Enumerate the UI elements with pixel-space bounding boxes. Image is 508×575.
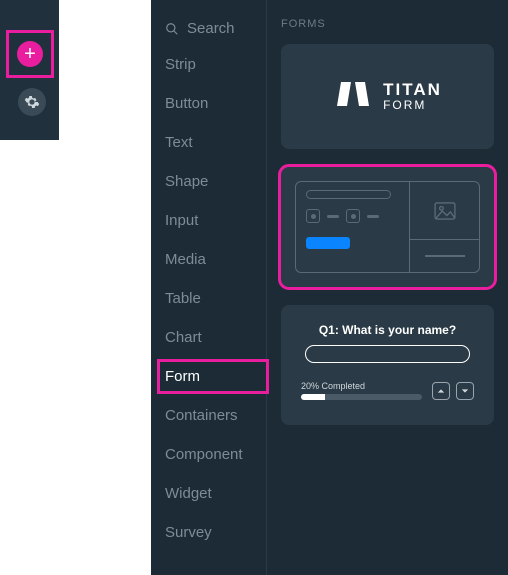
- titan-line2: FORM: [383, 99, 442, 112]
- category-containers[interactable]: Containers: [151, 396, 266, 435]
- add-button[interactable]: +: [17, 41, 43, 67]
- category-survey[interactable]: Survey: [151, 513, 266, 552]
- category-shape[interactable]: Shape: [151, 162, 266, 201]
- add-panel: Search Strip Button Text Shape Input Med…: [151, 0, 508, 575]
- category-list: Search Strip Button Text Shape Input Med…: [151, 0, 267, 575]
- form-card-layout[interactable]: [281, 167, 494, 287]
- add-button-highlight: +: [6, 30, 54, 78]
- category-text[interactable]: Text: [151, 123, 266, 162]
- chevron-up-icon: [437, 387, 445, 395]
- titan-logo-icon: [333, 74, 373, 119]
- category-component[interactable]: Component: [151, 435, 266, 474]
- survey-nav: [432, 382, 474, 400]
- content-column: FORMS TITAN FORM: [267, 0, 508, 575]
- search-label: Search: [187, 20, 235, 37]
- chevron-down-icon: [461, 387, 469, 395]
- gear-icon: [24, 94, 40, 110]
- schema-bottom-cell: [410, 240, 479, 272]
- schema-right: [409, 182, 479, 272]
- survey-next-button[interactable]: [456, 382, 474, 400]
- category-strip[interactable]: Strip: [151, 45, 266, 84]
- search-icon: [165, 22, 179, 36]
- category-form[interactable]: Form: [151, 357, 266, 396]
- schema-options-row: [306, 209, 399, 223]
- schema-dash-2: [367, 215, 379, 218]
- section-title: FORMS: [281, 18, 494, 30]
- category-table[interactable]: Table: [151, 279, 266, 318]
- survey-prev-button[interactable]: [432, 382, 450, 400]
- category-media[interactable]: Media: [151, 240, 266, 279]
- search-row[interactable]: Search: [151, 12, 266, 45]
- schema-image-cell: [410, 182, 479, 240]
- plus-icon: +: [24, 44, 36, 64]
- category-input[interactable]: Input: [151, 201, 266, 240]
- survey-input-preview: [305, 345, 470, 363]
- survey-footer: 20% Completed: [301, 381, 474, 400]
- schema-submit-chip: [306, 237, 350, 249]
- survey-progress-label: 20% Completed: [301, 381, 422, 391]
- titan-text: TITAN FORM: [383, 81, 442, 113]
- left-rail: +: [0, 0, 59, 140]
- form-card-survey[interactable]: Q1: What is your name? 20% Completed: [281, 305, 494, 425]
- survey-question: Q1: What is your name?: [301, 323, 474, 337]
- survey-progress: 20% Completed: [301, 381, 422, 400]
- schema-bottom-line: [425, 255, 465, 257]
- schema-radio-2: [346, 209, 360, 223]
- image-icon: [434, 202, 456, 220]
- schema-field-outline: [306, 190, 391, 199]
- survey-progress-bar: [301, 394, 422, 400]
- titan-line1: TITAN: [383, 81, 442, 100]
- schema-dash-1: [327, 215, 339, 218]
- category-chart[interactable]: Chart: [151, 318, 266, 357]
- schema-left: [296, 182, 409, 272]
- schema-radio-1: [306, 209, 320, 223]
- schema-preview: [295, 181, 480, 273]
- form-card-titan[interactable]: TITAN FORM: [281, 44, 494, 149]
- settings-button[interactable]: [18, 88, 46, 116]
- survey-progress-fill: [301, 394, 325, 400]
- category-button[interactable]: Button: [151, 84, 266, 123]
- category-widget[interactable]: Widget: [151, 474, 266, 513]
